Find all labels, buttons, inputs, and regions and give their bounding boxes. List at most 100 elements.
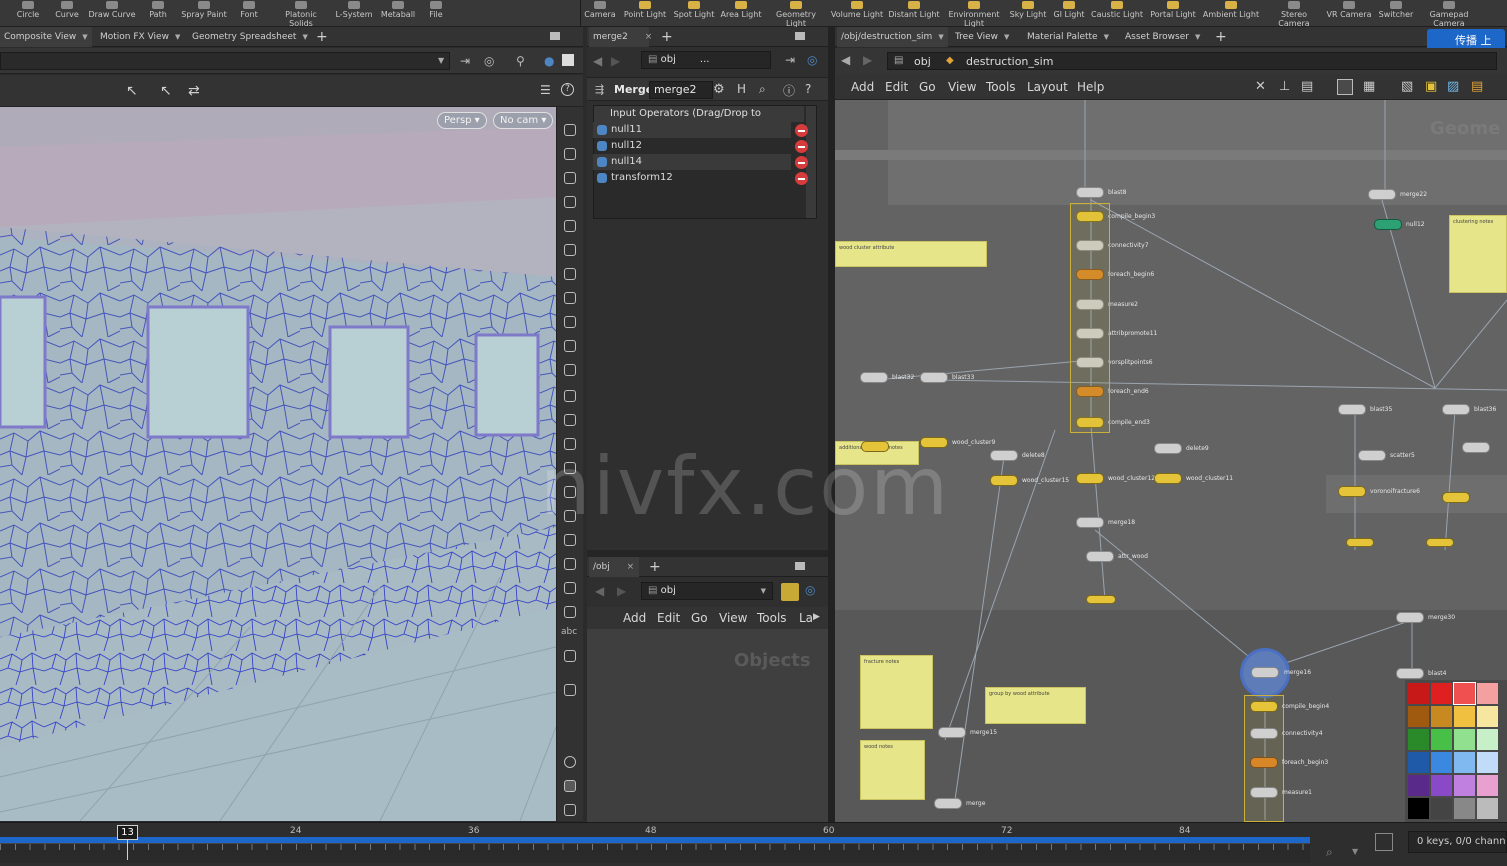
- point-light-tool[interactable]: Point Light: [622, 0, 668, 27]
- menu-view[interactable]: View: [719, 611, 747, 625]
- menu-tools[interactable]: Tools: [986, 80, 1016, 94]
- spot-light-tool[interactable]: Spot Light: [672, 0, 716, 27]
- persp-menu[interactable]: Persp ▾: [437, 112, 487, 129]
- tree-icon[interactable]: ⊥: [1279, 79, 1290, 94]
- color-swatch[interactable]: [1454, 706, 1475, 727]
- color-swatch[interactable]: [1477, 798, 1498, 819]
- close-icon[interactable]: ×: [645, 32, 653, 42]
- network-node[interactable]: [1396, 612, 1424, 623]
- network-node[interactable]: [1086, 551, 1114, 562]
- color-swatch[interactable]: [1477, 752, 1498, 773]
- network-node[interactable]: [1396, 668, 1424, 679]
- network-node[interactable]: [1374, 219, 1402, 230]
- pane-splitter[interactable]: [587, 550, 828, 557]
- network-node[interactable]: [1251, 667, 1279, 678]
- menu-add[interactable]: Add: [851, 80, 874, 94]
- volume-light-tool[interactable]: Volume Light: [830, 0, 884, 27]
- list-icon[interactable]: ▤: [1301, 79, 1313, 94]
- gear-icon[interactable]: ⚙: [713, 82, 725, 97]
- network-node[interactable]: [938, 727, 966, 738]
- forward-arrow-icon[interactable]: ▶: [617, 584, 626, 598]
- tab-obj[interactable]: /obj ×: [589, 557, 639, 577]
- tab-composite-view[interactable]: Composite View ▼: [0, 27, 92, 47]
- pane-menu-icon[interactable]: [795, 32, 805, 40]
- font-tool[interactable]: Font: [236, 0, 262, 27]
- network-node[interactable]: [1086, 595, 1116, 604]
- draw-curve-tool[interactable]: Draw Curve: [88, 0, 136, 27]
- network-node[interactable]: [1462, 442, 1490, 453]
- color-swatch[interactable]: [1408, 775, 1429, 796]
- color-swatch[interactable]: [1408, 683, 1429, 704]
- color-swatch[interactable]: [1408, 752, 1429, 773]
- path-field[interactable]: ▤ obj ▼: [641, 582, 773, 600]
- network-node[interactable]: [990, 475, 1018, 486]
- add-tab-button[interactable]: +: [649, 557, 661, 577]
- remove-input-button[interactable]: [795, 124, 808, 137]
- vertical-splitter[interactable]: [828, 27, 835, 822]
- color-swatch[interactable]: [1408, 706, 1429, 727]
- display-options-icon[interactable]: ▧: [1401, 79, 1413, 94]
- color-swatch[interactable]: [1408, 798, 1429, 819]
- background-icon[interactable]: [562, 54, 574, 66]
- list-item[interactable]: null12: [593, 138, 791, 154]
- color-swatch[interactable]: [1431, 683, 1452, 704]
- menu-layout[interactable]: Layout: [1027, 80, 1068, 94]
- ruler-icon[interactable]: [560, 531, 580, 549]
- chevron-down-icon[interactable]: ▼: [1352, 847, 1358, 856]
- menu-overflow-icon[interactable]: ▶: [813, 612, 820, 622]
- network-node[interactable]: [1368, 189, 1396, 200]
- menu-edit[interactable]: Edit: [657, 611, 680, 625]
- grid-alt-icon[interactable]: ▦: [1363, 79, 1375, 94]
- network-node[interactable]: [1442, 404, 1470, 415]
- link-icon[interactable]: ◎: [807, 53, 817, 67]
- camera-menu[interactable]: No cam ▾: [493, 112, 554, 129]
- viewer-state-field[interactable]: [0, 52, 450, 70]
- sticky-note[interactable]: wood notes: [860, 740, 925, 800]
- remove-input-button[interactable]: [795, 140, 808, 153]
- pane-menu-icon[interactable]: [795, 562, 805, 570]
- box-icon[interactable]: [560, 603, 580, 621]
- image-icon[interactable]: [560, 647, 580, 665]
- color-swatch[interactable]: [1431, 798, 1452, 819]
- search-icon[interactable]: ⌕: [759, 82, 766, 97]
- transform-icon[interactable]: [560, 555, 580, 573]
- tab-geometry-spreadsheet[interactable]: Geometry Spreadsheet ▼: [188, 27, 312, 47]
- network-node[interactable]: [1250, 701, 1278, 712]
- sticky-note[interactable]: clustering notes: [1449, 215, 1507, 293]
- menu-add[interactable]: Add: [623, 611, 646, 625]
- color-swatch[interactable]: [1477, 775, 1498, 796]
- grid-view-icon[interactable]: [1337, 79, 1353, 95]
- sky-light-tool[interactable]: Sky Light: [1008, 0, 1048, 27]
- link-icon[interactable]: ◎: [484, 54, 494, 68]
- rotate-icon[interactable]: ↖: [160, 83, 172, 99]
- current-frame-marker[interactable]: 13: [117, 825, 138, 840]
- snap-view-icon[interactable]: [560, 337, 580, 355]
- color-swatch[interactable]: [1431, 729, 1452, 750]
- vr-camera-tool[interactable]: VR Camera: [1326, 0, 1372, 27]
- pin-icon[interactable]: [781, 583, 799, 601]
- list-item[interactable]: null14: [593, 154, 791, 170]
- color-swatch[interactable]: [1431, 752, 1452, 773]
- network-node[interactable]: [1338, 486, 1366, 497]
- back-arrow-icon[interactable]: ◀: [593, 54, 602, 68]
- file-tool[interactable]: File: [424, 0, 448, 27]
- network-node[interactable]: [1250, 757, 1278, 768]
- point-icon[interactable]: [560, 387, 580, 405]
- forward-arrow-icon[interactable]: ▶: [863, 53, 872, 67]
- network-node[interactable]: [860, 372, 888, 383]
- scene-viewport[interactable]: Persp ▾ No cam ▾: [0, 107, 556, 821]
- eye-icon[interactable]: [560, 801, 580, 819]
- handle-icon[interactable]: [560, 579, 580, 597]
- network-node[interactable]: [1154, 473, 1182, 484]
- color-swatch[interactable]: [1454, 798, 1475, 819]
- network-node[interactable]: [1250, 787, 1278, 798]
- add-tab-button[interactable]: +: [316, 27, 328, 47]
- color-swatch[interactable]: [1454, 729, 1475, 750]
- circle-tool[interactable]: Circle: [14, 0, 42, 27]
- snap-icon[interactable]: ⚲: [516, 54, 525, 68]
- network-node[interactable]: [1076, 517, 1104, 528]
- folder-icon[interactable]: ▤: [1471, 79, 1483, 94]
- grid-toggle-icon[interactable]: [560, 777, 580, 795]
- menu-help[interactable]: Help: [1077, 80, 1104, 94]
- pin-view-icon[interactable]: [560, 265, 580, 283]
